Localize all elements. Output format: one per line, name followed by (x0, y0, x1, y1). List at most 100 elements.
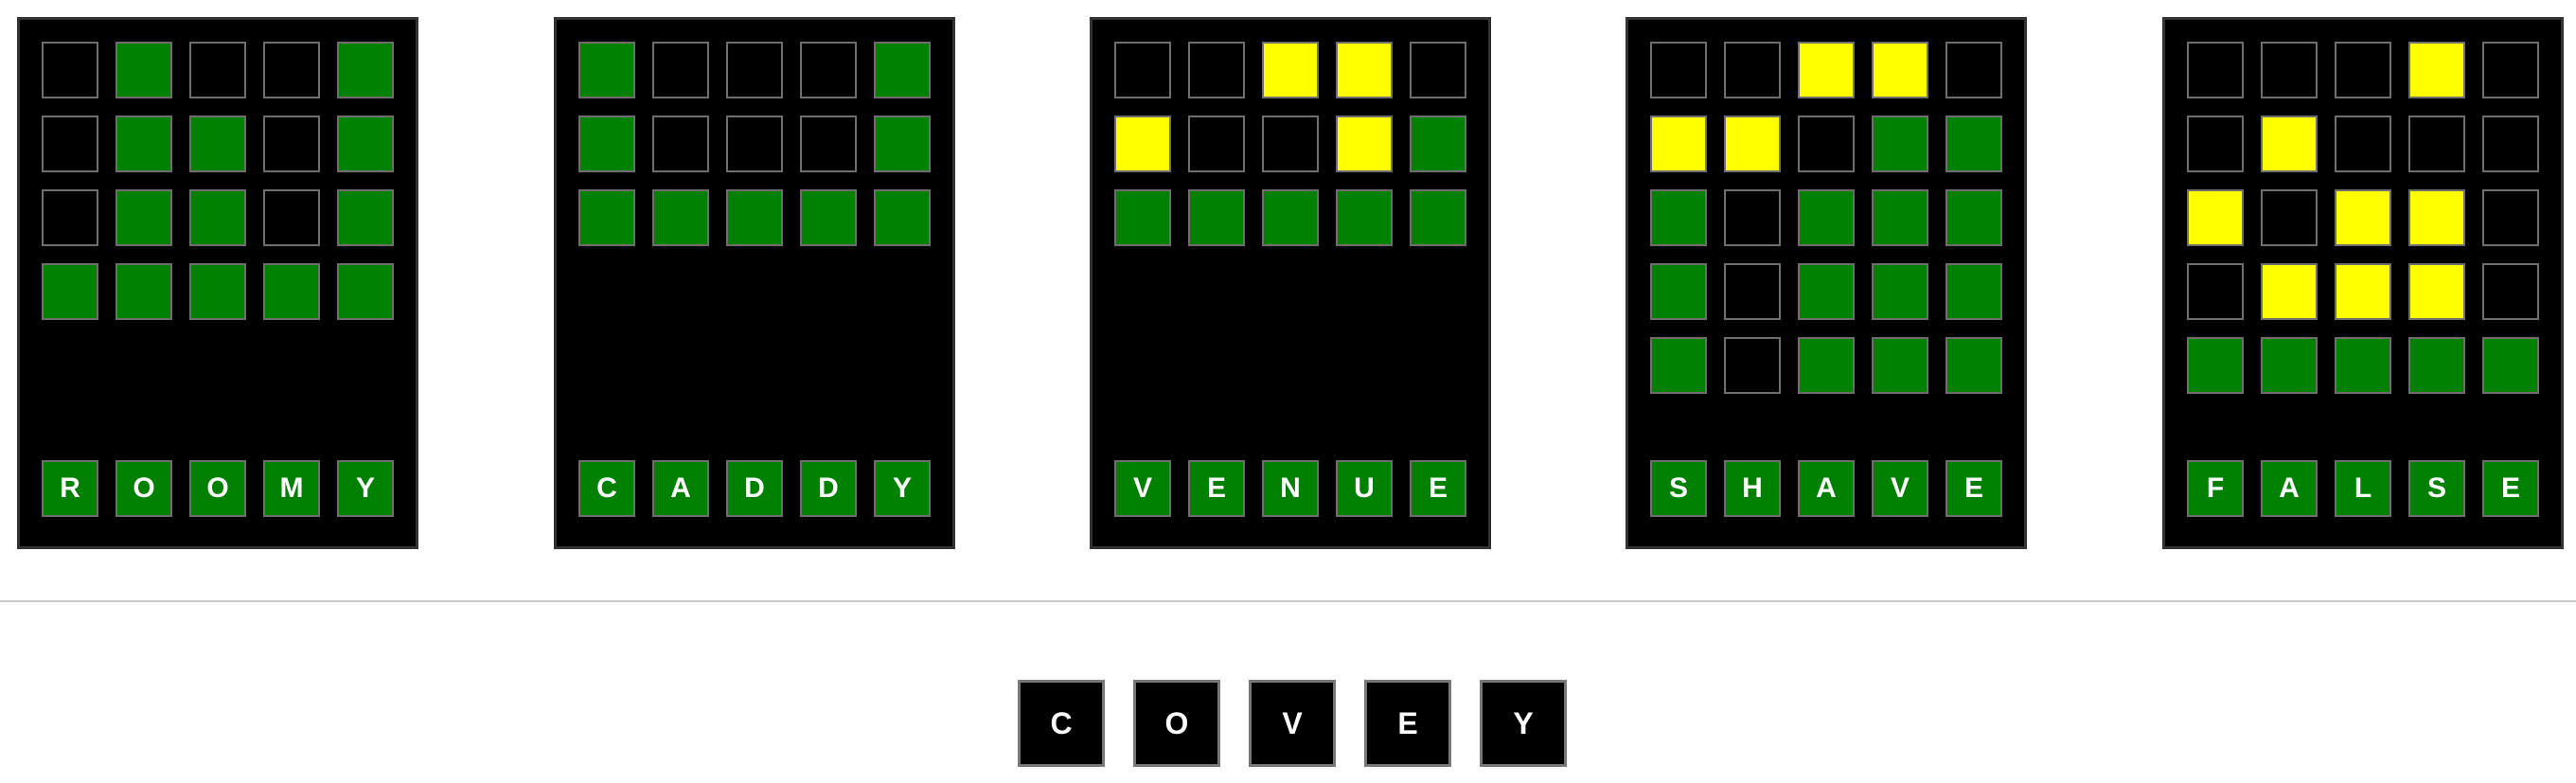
answer-letter: L (2335, 460, 2391, 517)
answer-letter: F (2187, 460, 2244, 517)
guess-cell-empty (42, 116, 98, 172)
guess-cell-yellow (2335, 263, 2391, 320)
board-false: FALSE (2162, 17, 2564, 549)
guess-cell-empty (2482, 42, 2539, 98)
target-letter: E (1364, 680, 1451, 767)
guess-cell-green (1872, 189, 1928, 246)
guess-cell-green (1872, 337, 1928, 394)
guess-cell-green (1945, 189, 2002, 246)
answer-letter: R (42, 460, 98, 517)
guess-cell-yellow (2261, 263, 2318, 320)
target-word: C O V E Y (0, 680, 2576, 767)
answer-letter: E (2482, 460, 2539, 517)
guess-cell-green (1945, 263, 2002, 320)
answer-letter: H (1724, 460, 1781, 517)
guess-cell-yellow (1262, 42, 1319, 98)
target-letter: V (1249, 680, 1336, 767)
guess-cell-empty (1262, 116, 1319, 172)
guess-cell-empty (263, 42, 320, 98)
guess-cell-green (337, 42, 394, 98)
guess-cell-yellow (2408, 189, 2465, 246)
guess-cell-empty (726, 42, 783, 98)
guess-cell-empty (1724, 189, 1781, 246)
guess-cell-empty (2335, 42, 2391, 98)
guess-cell-green (1650, 189, 1707, 246)
guess-cell-yellow (2408, 263, 2465, 320)
guess-cell-green (1336, 189, 1393, 246)
guess-cell-green (2261, 337, 2318, 394)
answer-letter: S (1650, 460, 1707, 517)
guess-cell-empty (652, 42, 709, 98)
answer-letter: M (263, 460, 320, 517)
guess-cell-yellow (1114, 116, 1171, 172)
guess-cell-empty (2187, 116, 2244, 172)
answer-letter: U (1336, 460, 1393, 517)
guess-cell-green (578, 116, 635, 172)
target-letter: O (1133, 680, 1220, 767)
answer-letter: D (726, 460, 783, 517)
guess-cell-green (1872, 116, 1928, 172)
guess-cell-green (2408, 337, 2465, 394)
guess-cell-empty (2261, 189, 2318, 246)
answer-letter: V (1872, 460, 1928, 517)
guess-cell-green (115, 189, 172, 246)
guess-cell-green (1945, 337, 2002, 394)
guess-cell-empty (726, 116, 783, 172)
guess-cell-empty (1945, 42, 2002, 98)
guess-cell-green (1262, 189, 1319, 246)
guess-cell-empty (1114, 42, 1171, 98)
guess-cell-empty (1410, 42, 1466, 98)
guess-cell-green (337, 116, 394, 172)
answer-letter: A (1798, 460, 1855, 517)
guess-cell-green (115, 116, 172, 172)
answer-letter: A (652, 460, 709, 517)
guess-cell-empty (2261, 42, 2318, 98)
guess-cell-yellow (1724, 116, 1781, 172)
answer-letter: O (115, 460, 172, 517)
answer-letter: Y (874, 460, 931, 517)
guess-cell-yellow (2187, 189, 2244, 246)
guess-cell-yellow (2408, 42, 2465, 98)
guess-cell-green (1114, 189, 1171, 246)
guess-cell-green (1872, 263, 1928, 320)
guess-cell-yellow (1872, 42, 1928, 98)
guess-cell-yellow (2335, 189, 2391, 246)
guess-cell-empty (263, 116, 320, 172)
guess-cell-green (42, 263, 98, 320)
guess-cell-green (2335, 337, 2391, 394)
guess-cell-green (2187, 337, 2244, 394)
guess-cell-green (1798, 189, 1855, 246)
guess-cell-yellow (1798, 42, 1855, 98)
guess-cell-green (1410, 116, 1466, 172)
guess-cell-empty (2187, 42, 2244, 98)
guess-cell-yellow (1336, 42, 1393, 98)
guess-cell-green (1798, 337, 1855, 394)
guess-cell-green (1945, 116, 2002, 172)
guess-cell-empty (2408, 116, 2465, 172)
answer-letter: N (1262, 460, 1319, 517)
guess-cell-green (578, 42, 635, 98)
guess-cell-green (189, 189, 246, 246)
guess-cell-green (189, 263, 246, 320)
answer-letter: O (189, 460, 246, 517)
guess-cell-empty (1724, 263, 1781, 320)
guess-cell-empty (2482, 189, 2539, 246)
answer-letter: D (800, 460, 857, 517)
guess-cell-empty (1188, 42, 1245, 98)
answer-letter: E (1945, 460, 2002, 517)
board-caddy: CADDY (554, 17, 955, 549)
guess-cell-green (874, 42, 931, 98)
guess-cell-green (189, 116, 246, 172)
guess-cell-yellow (1336, 116, 1393, 172)
answer-letter: C (578, 460, 635, 517)
guess-cell-empty (1650, 42, 1707, 98)
guess-cell-green (263, 263, 320, 320)
guess-cell-green (800, 189, 857, 246)
guess-cell-green (1650, 337, 1707, 394)
guess-cell-green (337, 263, 394, 320)
guess-cell-yellow (1650, 116, 1707, 172)
guess-cell-empty (652, 116, 709, 172)
guess-cell-green (1650, 263, 1707, 320)
guess-cell-empty (2482, 263, 2539, 320)
answer-letter: S (2408, 460, 2465, 517)
